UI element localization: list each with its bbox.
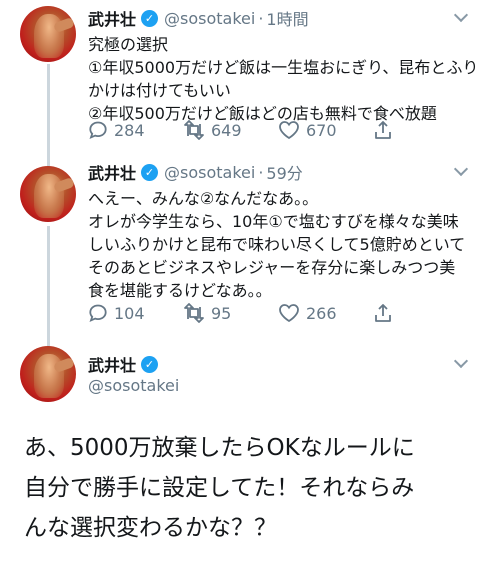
tweet-header: 武井壮 ✓ @sosotakei · 59分 (88, 160, 468, 184)
avatar[interactable] (20, 166, 76, 222)
tweet-1: 武井壮 ✓ @sosotakei · 1時間 究極の選択 ①年収5000万だけど… (88, 6, 479, 125)
share-icon (375, 121, 391, 139)
author-name[interactable]: 武井壮 (88, 352, 136, 376)
reply-count: 104 (114, 303, 145, 323)
like-button[interactable]: 670 (278, 120, 373, 140)
main-tweet-header: 武井壮 ✓ (88, 352, 164, 376)
author-name[interactable]: 武井壮 (88, 160, 136, 184)
reply-button[interactable]: 284 (88, 120, 183, 140)
tweet-header: 武井壮 ✓ @sosotakei · 1時間 (88, 6, 468, 30)
tweet-text: へえー、みんな②なんだなあ。。 オレが今学生なら、10年①で塩むすびを様々な美味… (88, 189, 466, 300)
reply-icon (89, 304, 107, 323)
chevron-down-icon[interactable] (453, 353, 469, 369)
like-count: 670 (306, 120, 337, 140)
avatar[interactable] (20, 6, 76, 62)
avatar[interactable] (20, 346, 76, 402)
retweet-icon (184, 120, 204, 140)
reply-button[interactable]: 104 (88, 303, 183, 323)
like-icon (279, 304, 299, 323)
timestamp[interactable]: 1時間 (266, 6, 308, 30)
verified-badge-icon: ✓ (141, 163, 159, 181)
share-icon (375, 304, 391, 322)
retweet-count: 649 (211, 120, 242, 140)
tweet-text: 究極の選択 ①年収5000万だけど飯は一生塩おにぎり、昆布とふり かけは付けても… (88, 35, 479, 123)
like-icon (279, 121, 299, 140)
timestamp[interactable]: 59分 (266, 160, 302, 184)
thread-connector (47, 226, 50, 352)
tweet-2: 武井壮 ✓ @sosotakei · 59分 へえー、みんな②なんだなあ。。 オ… (88, 160, 468, 302)
share-button[interactable] (373, 303, 403, 323)
retweet-icon (184, 303, 204, 323)
retweet-button[interactable]: 95 (183, 303, 278, 323)
thread-connector (47, 64, 50, 170)
tweet-actions: 104 95 266 (88, 300, 403, 326)
tweet-actions: 284 649 670 (88, 117, 403, 143)
retweet-button[interactable]: 649 (183, 120, 278, 140)
like-count: 266 (306, 303, 337, 323)
verified-badge-icon: ✓ (141, 9, 159, 27)
like-button[interactable]: 266 (278, 303, 373, 323)
main-tweet-text: あ、5000万放棄したらOKなルールに 自分で勝手に設定してた！それならみ んな… (24, 435, 415, 541)
verified-badge-icon: ✓ (141, 355, 159, 373)
author-handle[interactable]: @sosotakei (164, 9, 255, 28)
author-name[interactable]: 武井壮 (88, 6, 136, 30)
reply-icon (89, 121, 107, 140)
retweet-count: 95 (211, 303, 232, 323)
reply-count: 284 (114, 120, 145, 140)
author-handle[interactable]: @sosotakei (88, 376, 179, 400)
author-handle[interactable]: @sosotakei (164, 163, 255, 182)
share-button[interactable] (373, 120, 403, 140)
